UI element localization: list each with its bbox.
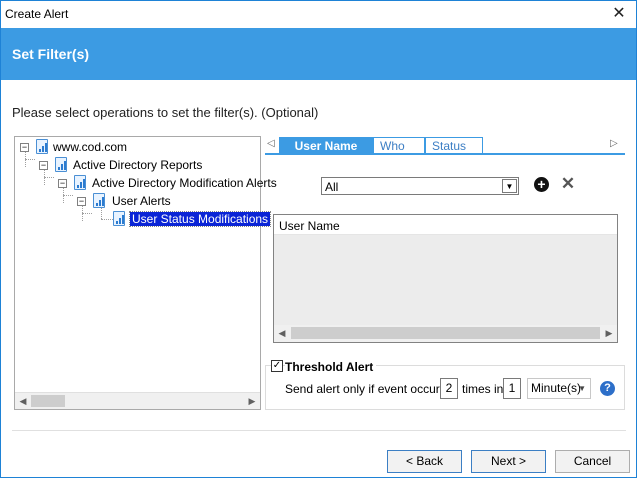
tab-user-name[interactable]: User Name <box>279 137 373 154</box>
interval-unit-select[interactable]: Minute(s) ▼ <box>527 378 591 399</box>
question-icon[interactable]: ? <box>600 381 615 396</box>
report-icon <box>93 193 105 208</box>
scroll-right-icon[interactable]: ▶ <box>244 394 260 409</box>
banner-title: Set Filter(s) <box>12 46 90 62</box>
tree-node-label: Active Directory Modification Alerts <box>92 176 277 190</box>
plus-circle-icon[interactable]: + <box>534 177 549 192</box>
tab-who[interactable]: Who <box>373 137 425 154</box>
filter-select-value: All <box>325 180 339 194</box>
threshold-label: Threshold Alert <box>285 360 377 374</box>
list-horizontal-scrollbar[interactable]: ◀ ▶ <box>274 325 617 342</box>
scroll-right-icon[interactable]: ▶ <box>601 326 617 341</box>
scroll-thumb[interactable] <box>31 395 65 407</box>
footer-separator <box>12 430 626 431</box>
tree-node-user-alerts[interactable]: − User Alerts <box>77 193 247 211</box>
tree-node-ad-reports[interactable]: − Active Directory Reports <box>39 157 239 175</box>
chevron-down-icon[interactable]: ▼ <box>502 179 517 193</box>
filter-select[interactable]: All ▼ <box>321 177 519 195</box>
title-bar: Create Alert ✕ <box>1 1 636 28</box>
tree-node-ad-modification-alerts[interactable]: − Active Directory Modification Alerts <box>58 175 277 193</box>
tab-scroll-left-icon[interactable]: ◁ <box>267 138 275 149</box>
tree-node-label: User Alerts <box>112 194 171 208</box>
back-button[interactable]: < Back <box>387 450 462 473</box>
send-alert-text: Send alert only if event occurs <box>285 382 446 396</box>
threshold-checkbox[interactable]: ✓ <box>271 360 283 372</box>
tab-scroll-right-icon[interactable]: ▷ <box>610 138 618 149</box>
tree-node-user-status-modifications[interactable]: User Status Modifications <box>113 211 272 229</box>
next-button[interactable]: Next > <box>471 450 546 473</box>
column-header-user-name[interactable]: User Name <box>274 215 617 235</box>
close-icon[interactable]: ✕ <box>608 4 630 24</box>
user-name-list[interactable]: User Name ◀ ▶ <box>273 214 618 343</box>
interval-input[interactable]: 1 <box>503 378 521 399</box>
tree-horizontal-scrollbar[interactable]: ◀ ▶ <box>15 392 260 409</box>
header-banner: Set Filter(s) <box>1 28 636 80</box>
create-alert-window: Create Alert ✕ Set Filter(s) Please sele… <box>0 0 637 478</box>
event-count-input[interactable]: 2 <box>440 378 458 399</box>
collapse-icon[interactable]: − <box>58 179 67 188</box>
tab-status[interactable]: Status <box>425 137 483 154</box>
tree-node-label: Active Directory Reports <box>73 158 203 172</box>
collapse-icon[interactable]: − <box>20 143 29 152</box>
report-icon <box>113 211 125 226</box>
x-icon[interactable]: ✕ <box>559 175 577 193</box>
collapse-icon[interactable]: − <box>39 161 48 170</box>
window-title: Create Alert <box>5 7 69 21</box>
scroll-thumb[interactable] <box>291 327 600 339</box>
chevron-down-icon: ▼ <box>578 384 586 393</box>
tree-node-label: www.cod.com <box>53 140 128 154</box>
instruction-text: Please select operations to set the filt… <box>12 105 319 120</box>
times-in-text: times in <box>462 382 504 396</box>
tree-node-domain[interactable]: − www.cod.com <box>20 139 240 157</box>
cancel-button[interactable]: Cancel <box>555 450 630 473</box>
tree-node-label: User Status Modifications <box>128 211 272 227</box>
scroll-left-icon[interactable]: ◀ <box>274 326 290 341</box>
interval-unit-value: Minute(s) <box>531 381 582 395</box>
report-tree[interactable]: − www.cod.com − Active Directory Reports… <box>14 136 277 410</box>
report-icon <box>55 157 67 172</box>
collapse-icon[interactable]: − <box>77 197 86 206</box>
report-icon <box>74 175 86 190</box>
scroll-left-icon[interactable]: ◀ <box>15 394 31 409</box>
report-icon <box>36 139 48 154</box>
list-body <box>274 235 617 326</box>
